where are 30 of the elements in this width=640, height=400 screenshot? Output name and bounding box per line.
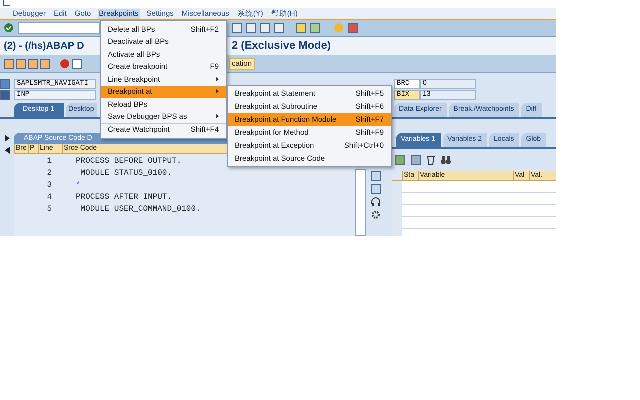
line-number: 4: [46, 192, 53, 204]
submenu-arrow-icon: [216, 114, 219, 120]
window-title: 2 (Exclusive Mode): [232, 38, 332, 54]
headset-icon[interactable]: [371, 197, 381, 207]
app-icon: [3, 0, 11, 7]
stop-icon[interactable]: [60, 58, 70, 68]
line-number: 2: [46, 168, 53, 180]
code-line: *: [75, 180, 81, 192]
code-line: MODULE USER_COMMAND_0100.: [80, 204, 201, 216]
line-number: 5: [46, 204, 53, 216]
line-number: 1: [46, 156, 53, 168]
expand-arrow-icon[interactable]: [4, 135, 10, 142]
insert-icon[interactable]: [395, 155, 405, 165]
table-icon[interactable]: [411, 155, 421, 165]
scrollbar[interactable]: [355, 169, 366, 236]
check-icon[interactable]: [4, 23, 14, 33]
document-icon[interactable]: [72, 58, 82, 68]
submenu-arrow-icon: [216, 89, 219, 94]
corner-cell: [392, 171, 402, 180]
submenu-arrow-icon: [216, 76, 219, 82]
code-line: PROCESS BEFORE OUTPUT.: [75, 156, 182, 168]
gear-icon[interactable]: [371, 210, 381, 220]
collapse-arrow-icon[interactable]: [4, 147, 10, 154]
code-line: MODULE STATUS_0100.: [80, 168, 172, 180]
binoculars-icon[interactable]: [441, 155, 451, 165]
trash-icon[interactable]: [427, 155, 435, 165]
code-line: PROCESS AFTER INPUT.: [75, 192, 172, 204]
window-title: (2) - (/hs)ABAP D: [4, 40, 84, 52]
line-number: 3: [46, 180, 53, 192]
command-field[interactable]: [18, 22, 100, 34]
